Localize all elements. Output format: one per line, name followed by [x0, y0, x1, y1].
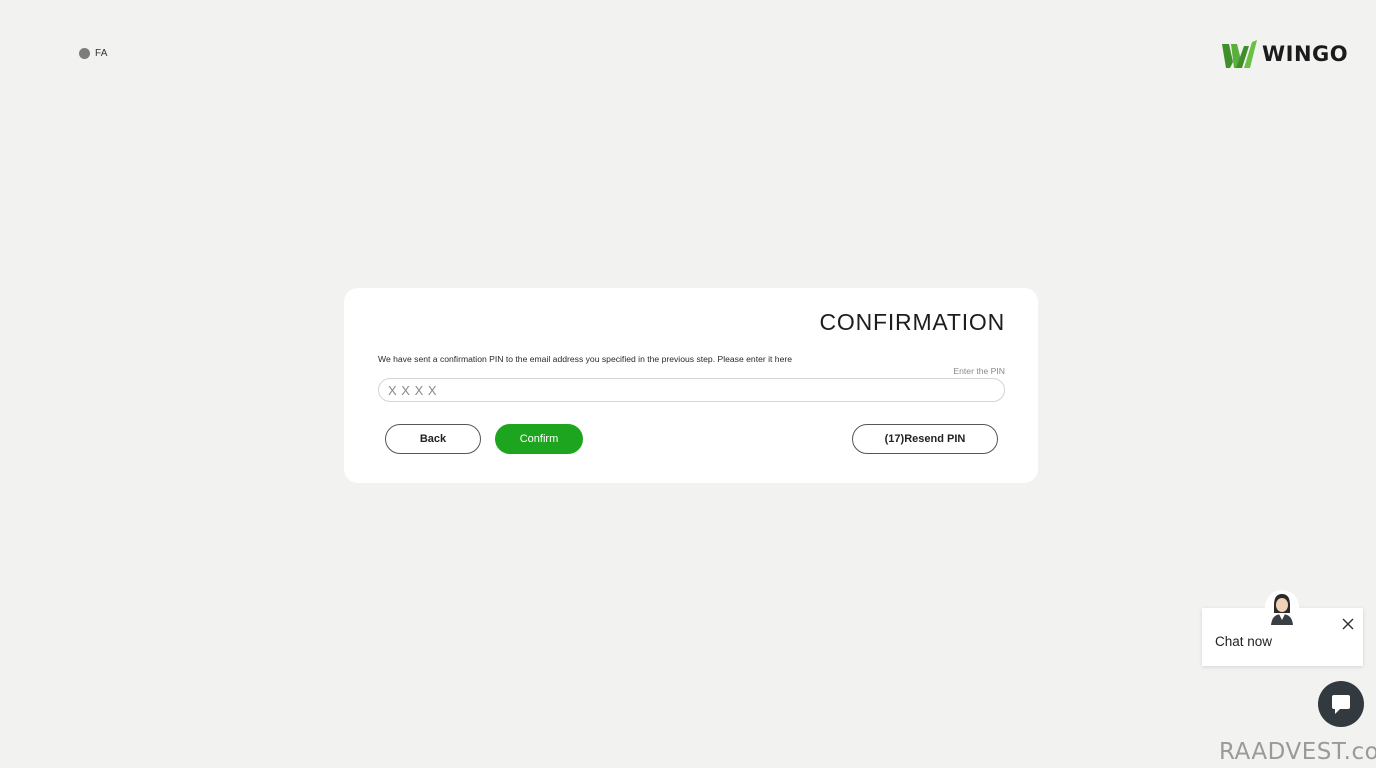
brand-logo: WINGO — [1222, 40, 1348, 68]
pin-input[interactable] — [378, 378, 1005, 402]
chat-launcher-button[interactable] — [1318, 681, 1364, 727]
page-title: CONFIRMATION — [819, 309, 1005, 335]
language-label: FA — [95, 48, 108, 59]
language-toggle[interactable]: FA — [79, 48, 108, 59]
confirm-button[interactable]: Confirm — [495, 424, 583, 454]
watermark: RAADVEST.com — [1219, 739, 1376, 765]
brand-name: WINGO — [1262, 42, 1349, 66]
instruction-text: We have sent a confirmation PIN to the e… — [378, 354, 792, 364]
chat-bubble-icon — [1332, 695, 1350, 714]
language-radio-icon — [79, 48, 90, 59]
confirmation-card: CONFIRMATION We have sent a confirmation… — [344, 288, 1038, 483]
close-icon[interactable] — [1341, 617, 1355, 631]
wingo-logo-icon — [1222, 40, 1257, 68]
chat-now-label: Chat now — [1215, 634, 1273, 649]
back-button[interactable]: Back — [385, 424, 481, 454]
pin-field-label: Enter the PIN — [953, 366, 1005, 376]
support-agent-avatar — [1265, 590, 1299, 625]
resend-pin-button[interactable]: (17)Resend PIN — [852, 424, 998, 454]
